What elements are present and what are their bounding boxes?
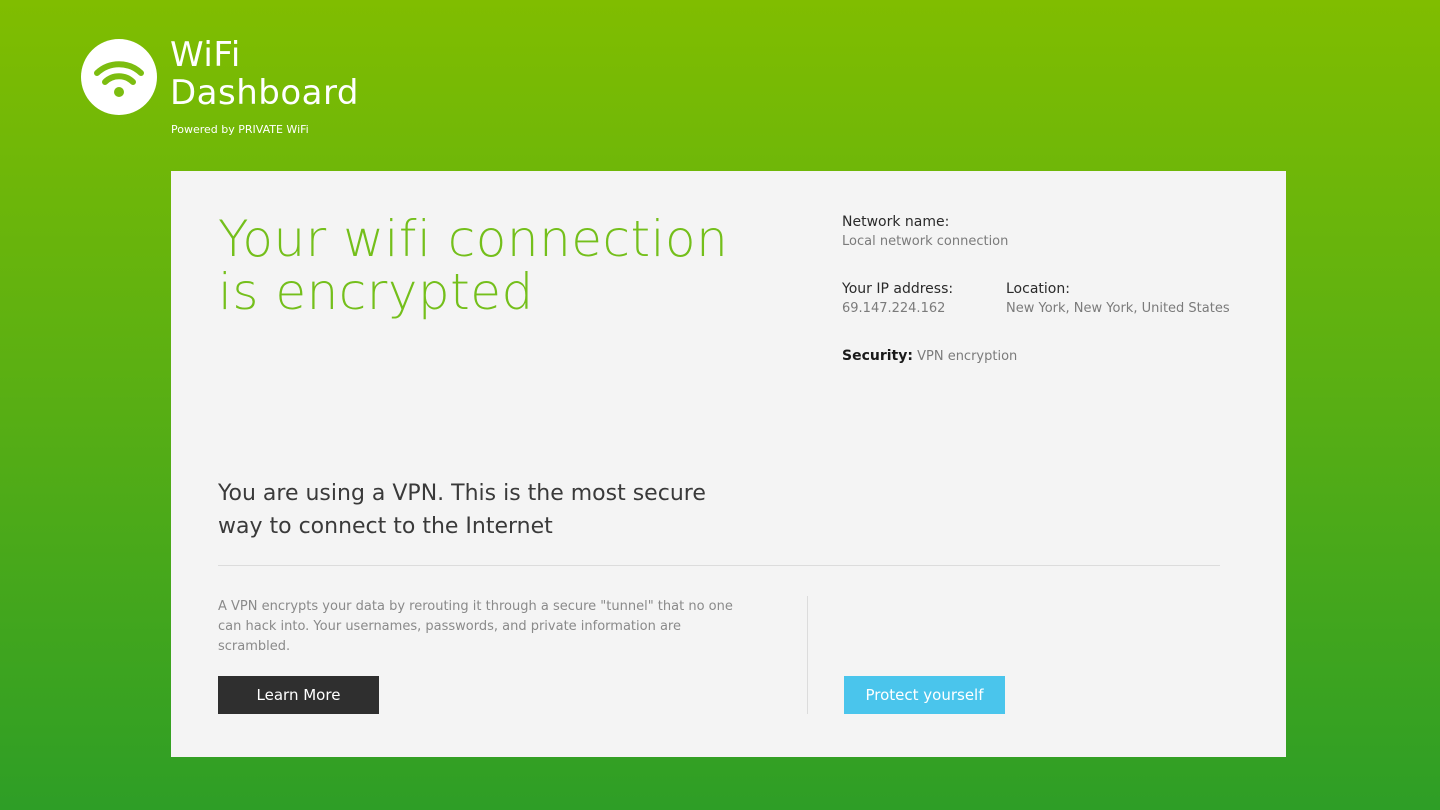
vpn-description: A VPN encrypts your data by rerouting it… bbox=[218, 597, 738, 657]
headline-line2: is encrypted bbox=[218, 263, 534, 321]
network-name-label: Network name: bbox=[842, 214, 950, 230]
logo-title-line2: Dashboard bbox=[170, 73, 359, 113]
network-name-value: Local network connection bbox=[842, 234, 1009, 249]
powered-by-text: Powered by PRIVATE WiFi bbox=[171, 123, 309, 136]
protect-yourself-button[interactable]: Protect yourself bbox=[844, 676, 1005, 714]
wifi-icon bbox=[94, 61, 144, 97]
ip-address-label: Your IP address: bbox=[842, 281, 954, 297]
status-card: Your wifi connection is encrypted Networ… bbox=[171, 171, 1286, 757]
logo-title-line1: WiFi bbox=[170, 35, 241, 75]
subhead-line1: You are using a VPN. This is the most se… bbox=[218, 481, 706, 506]
headline-line1: Your wifi connection bbox=[218, 210, 729, 268]
location-value: New York, New York, United States bbox=[1006, 301, 1230, 316]
logo-badge bbox=[81, 39, 157, 115]
app-logo-title: WiFi Dashboard bbox=[170, 36, 359, 112]
learn-more-button[interactable]: Learn More bbox=[218, 676, 379, 714]
desc-line1: A VPN encrypts your data by rerouting it… bbox=[218, 599, 733, 614]
horizontal-divider bbox=[218, 565, 1220, 566]
subhead-line2: way to connect to the Internet bbox=[218, 514, 553, 539]
desc-line2: can hack into. Your usernames, passwords… bbox=[218, 619, 681, 634]
vertical-divider bbox=[807, 596, 808, 714]
security-info: Security: VPN encryption bbox=[842, 347, 1017, 366]
security-value: VPN encryption bbox=[917, 349, 1018, 364]
vpn-status-subhead: You are using a VPN. This is the most se… bbox=[218, 477, 706, 543]
security-label: Security: bbox=[842, 348, 913, 364]
desc-line3: scrambled. bbox=[218, 639, 291, 654]
location-label: Location: bbox=[1006, 281, 1070, 297]
status-headline: Your wifi connection is encrypted bbox=[218, 213, 728, 319]
ip-address-value: 69.147.224.162 bbox=[842, 301, 946, 316]
